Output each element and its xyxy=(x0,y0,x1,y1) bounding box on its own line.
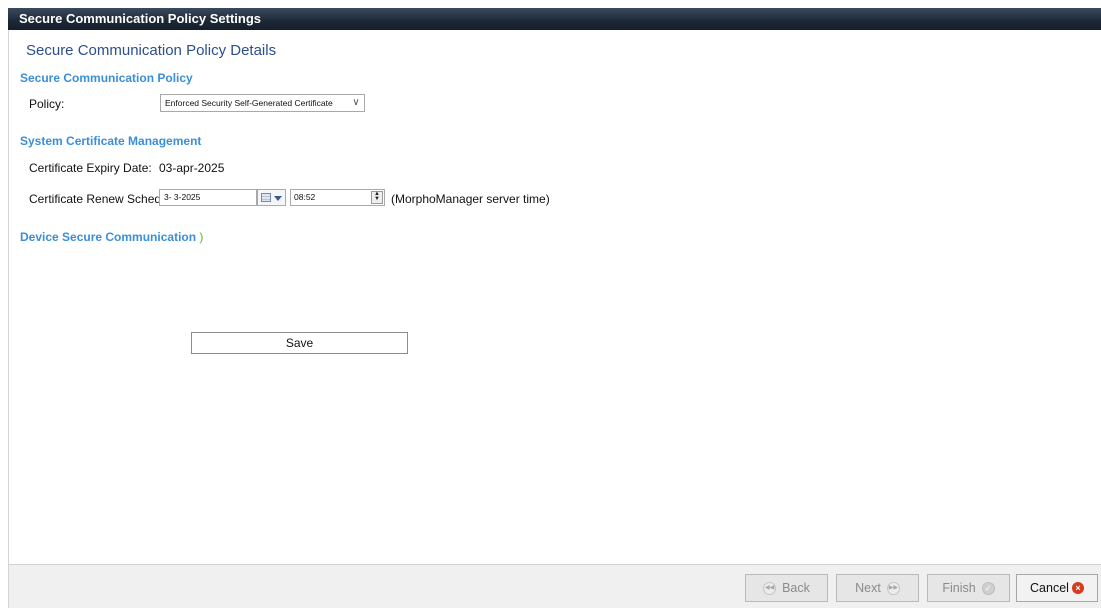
next-button[interactable]: Next ▶▶ xyxy=(836,574,919,602)
policy-section-heading: Secure Communication Policy xyxy=(20,71,193,85)
loading-indicator-icon: ) xyxy=(199,230,204,244)
renew-time-value: 08:52 xyxy=(294,192,316,202)
policy-select[interactable]: Enforced Security Self-Generated Certifi… xyxy=(160,94,365,112)
finish-label: Finish xyxy=(942,581,976,595)
cancel-button[interactable]: Cancel × xyxy=(1016,574,1098,602)
main-content: Secure Communication Policy Details Secu… xyxy=(9,30,1101,564)
cert-section-heading: System Certificate Management xyxy=(20,134,202,148)
renew-time-input[interactable]: 08:52 ▲ ▼ xyxy=(290,189,385,206)
window-title: Secure Communication Policy Settings xyxy=(19,11,261,26)
date-picker-button[interactable] xyxy=(257,189,286,206)
back-arrow-icon: ◀◀ xyxy=(763,581,777,595)
certificate-expiry-label: Certificate Expiry Date: xyxy=(29,161,152,175)
device-section-title: Device Secure Communication xyxy=(20,230,197,244)
server-time-note: (MorphoManager server time) xyxy=(391,192,550,206)
back-button[interactable]: ◀◀ Back xyxy=(745,574,828,602)
cancel-label: Cancel xyxy=(1030,581,1069,595)
page-title: Secure Communication Policy Details xyxy=(26,42,277,59)
next-arrow-icon: ▶▶ xyxy=(886,581,900,595)
dropdown-arrow-icon xyxy=(274,196,282,201)
renew-date-input[interactable]: 3- 3-2025 xyxy=(159,189,257,206)
policy-select-value: Enforced Security Self-Generated Certifi… xyxy=(165,98,333,108)
time-spinner[interactable]: ▲ ▼ xyxy=(371,191,383,204)
back-label: Back xyxy=(782,581,810,595)
policy-label: Policy: xyxy=(29,97,65,111)
save-button[interactable]: Save xyxy=(191,332,408,354)
certificate-renew-label: Certificate Renew Schedule xyxy=(29,192,159,206)
device-section-heading: Device Secure Communication ) xyxy=(20,230,203,244)
finish-button[interactable]: Finish ✓ xyxy=(927,574,1010,602)
calendar-icon xyxy=(261,193,271,202)
close-icon: × xyxy=(1071,582,1084,594)
certificate-expiry-value: 03-apr-2025 xyxy=(159,161,225,175)
next-label: Next xyxy=(855,581,881,595)
check-icon: ✓ xyxy=(981,581,995,595)
chevron-down-icon: ∨ xyxy=(348,95,364,111)
window-title-bar: Secure Communication Policy Settings xyxy=(8,8,1101,30)
wizard-footer: ◀◀ Back Next ▶▶ Finish ✓ Cancel × xyxy=(9,564,1101,608)
